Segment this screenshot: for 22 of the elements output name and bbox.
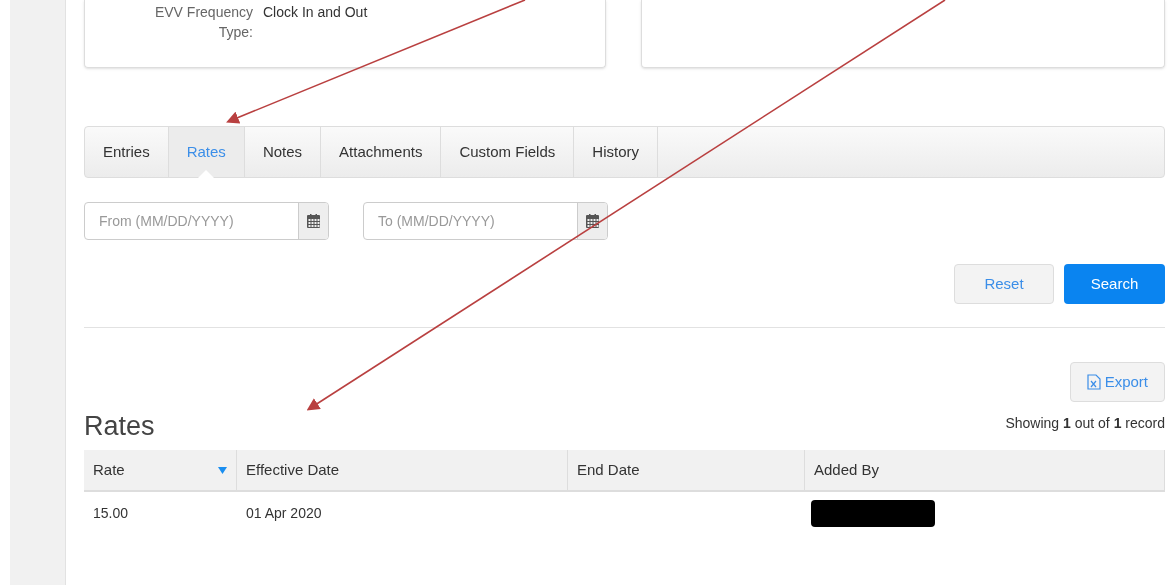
tab[interactable]: Notes <box>244 127 322 177</box>
field-label: EVV Frequency Type: <box>153 3 253 42</box>
record-count: Showing 1 out of 1 record <box>1005 414 1165 433</box>
spreadsheet-file-icon <box>1086 374 1101 390</box>
section-title: Rates <box>84 410 155 442</box>
table-cell-text: 15.00 <box>93 503 129 523</box>
column-header[interactable]: Rate <box>84 450 237 490</box>
table-cell-text: 01 Apr 2020 <box>246 503 322 523</box>
field-value: Clock In and Out <box>263 3 368 22</box>
tab[interactable]: Custom Fields <box>441 127 575 177</box>
date-input[interactable]: To (MM/DD/YYYY) <box>364 203 577 239</box>
calendar-icon <box>307 214 320 228</box>
column-header[interactable]: End Date <box>568 450 805 490</box>
column-header[interactable]: Effective Date <box>237 450 568 490</box>
tab[interactable]: History <box>574 127 658 177</box>
date-input[interactable]: From (MM/DD/YYYY) <box>85 203 298 239</box>
search-button[interactable]: Search <box>1064 264 1165 304</box>
date-field[interactable]: From (MM/DD/YYYY) <box>84 202 329 240</box>
tab[interactable]: Attachments <box>321 127 442 177</box>
column-header[interactable]: Added By <box>805 450 1165 490</box>
tab[interactable]: Entries <box>85 127 169 177</box>
date-field[interactable]: To (MM/DD/YYYY) <box>363 202 608 240</box>
